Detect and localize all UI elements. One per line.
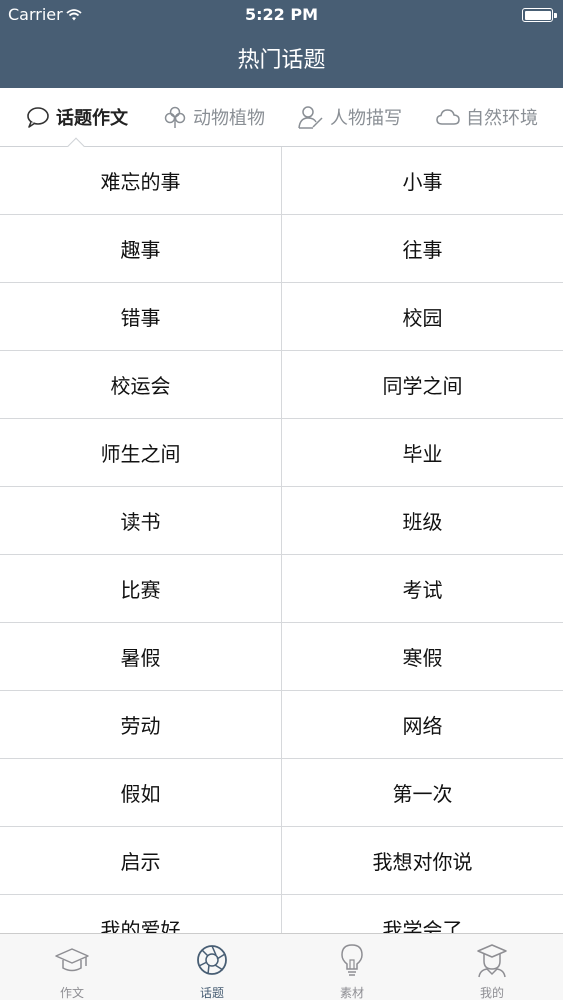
status-bar: Carrier 5:22 PM: [0, 0, 563, 30]
tab-topic-essay[interactable]: 话题作文: [26, 88, 128, 146]
topic-item[interactable]: 暑假: [0, 623, 281, 691]
tab-character-description[interactable]: 人物描写: [298, 88, 402, 146]
tabbar-label: 话题: [199, 986, 224, 1000]
tabbar-label: 作文: [59, 986, 84, 1000]
topic-item[interactable]: 寒假: [282, 623, 563, 691]
topic-item[interactable]: 小事: [282, 147, 563, 215]
tabbar-item-essay[interactable]: 作文: [2, 934, 142, 1000]
topic-item[interactable]: 错事: [0, 283, 281, 351]
topic-item[interactable]: 往事: [282, 215, 563, 283]
topic-item[interactable]: 趣事: [0, 215, 281, 283]
topic-item[interactable]: 校园: [282, 283, 563, 351]
bottom-tab-bar: 作文 话题 素材 我的: [0, 933, 563, 1000]
tabbar-item-mine[interactable]: 我的: [422, 934, 562, 1000]
clover-icon: [164, 106, 186, 128]
topic-item[interactable]: 我学会了: [282, 895, 563, 933]
topic-item[interactable]: 我的爱好: [0, 895, 281, 933]
aperture-icon: [197, 945, 227, 975]
topic-item[interactable]: 假如: [0, 759, 281, 827]
topic-item[interactable]: 网络: [282, 691, 563, 759]
graduation-cap-icon: [55, 948, 89, 972]
topic-item[interactable]: 劳动: [0, 691, 281, 759]
tabbar-item-materials[interactable]: 素材: [282, 934, 422, 1000]
topic-item[interactable]: 第一次: [282, 759, 563, 827]
student-avatar-icon: [477, 944, 507, 978]
tab-label: 自然环境: [466, 108, 538, 129]
topic-item[interactable]: 校运会: [0, 351, 281, 419]
topic-item[interactable]: 同学之间: [282, 351, 563, 419]
tab-natural-environment[interactable]: 自然环境: [436, 88, 538, 146]
tabbar-label: 素材: [339, 986, 364, 1000]
cloud-icon: [436, 109, 460, 125]
tab-label: 动物植物: [193, 108, 265, 129]
lightbulb-icon: [341, 944, 363, 976]
topic-item[interactable]: 难忘的事: [0, 147, 281, 215]
topic-item[interactable]: 毕业: [282, 419, 563, 487]
battery-icon: [522, 8, 557, 22]
tab-animals-plants[interactable]: 动物植物: [163, 88, 265, 146]
tab-label: 话题作文: [56, 108, 128, 129]
topic-item[interactable]: 比赛: [0, 555, 281, 623]
speech-bubble-icon: [27, 107, 49, 128]
person-pen-icon: [298, 106, 323, 129]
topic-item[interactable]: 我想对你说: [282, 827, 563, 895]
category-tabs: 话题作文 动物植物 人物描写 自然环境: [0, 88, 563, 147]
topic-item[interactable]: 班级: [282, 487, 563, 555]
clock: 5:22 PM: [244, 5, 318, 24]
topic-item[interactable]: 启示: [0, 827, 281, 895]
navigation-header: Carrier 5:22 PM 热门话题: [0, 0, 563, 88]
topic-grid: 难忘的事 小事 趣事 往事 错事 校园 校运会 同学之间 师生之间 毕业 读书 …: [0, 147, 563, 933]
tabbar-item-topics[interactable]: 话题: [142, 934, 282, 1000]
page-title: 热门话题: [237, 48, 326, 73]
topic-item[interactable]: 师生之间: [0, 419, 281, 487]
topic-item[interactable]: 读书: [0, 487, 281, 555]
tab-label: 人物描写: [330, 108, 402, 129]
topic-item[interactable]: 考试: [282, 555, 563, 623]
tabbar-label: 我的: [479, 986, 504, 1000]
